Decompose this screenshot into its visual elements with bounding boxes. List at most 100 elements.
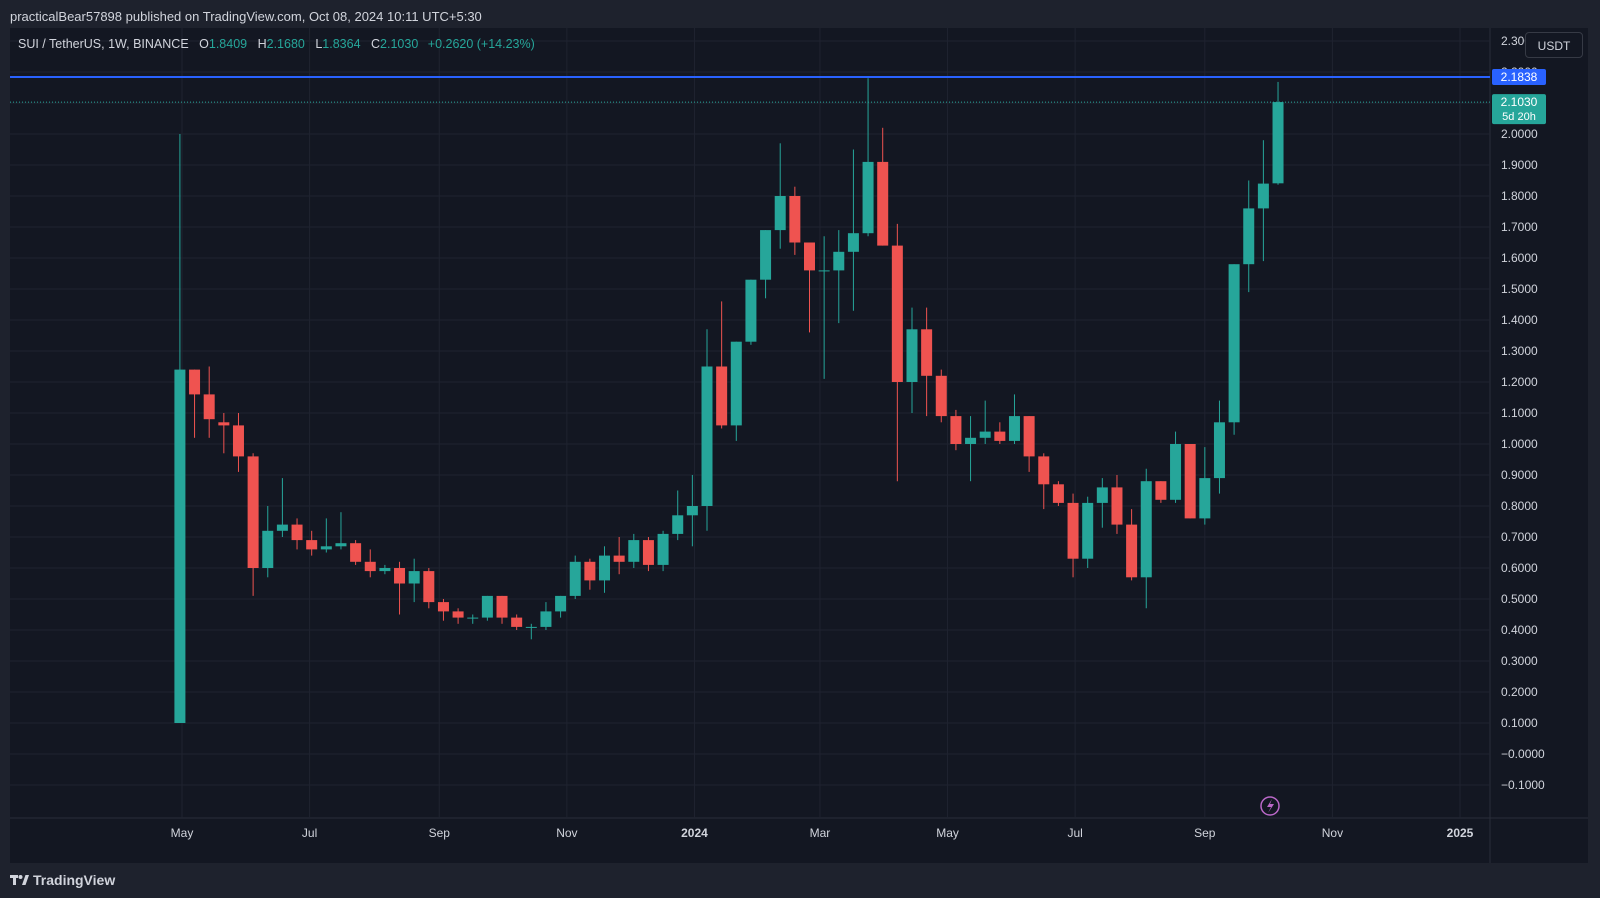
candle-body	[232, 425, 244, 457]
hline-price-text: 2.1838	[1501, 70, 1538, 84]
candle-body	[496, 595, 508, 618]
candle-body	[1228, 264, 1240, 423]
price-tick-label: 0.5000	[1501, 592, 1538, 606]
candle	[1111, 475, 1123, 534]
candle	[1257, 140, 1269, 262]
candle	[203, 366, 215, 438]
time-tick-label: May	[936, 826, 959, 840]
candle-body	[540, 611, 552, 627]
candle-body	[774, 196, 786, 231]
candle-body	[613, 555, 625, 562]
candle	[408, 558, 420, 603]
candle	[803, 242, 815, 333]
chart-legend: SUI / TetherUS, 1W, BINANCE O1.8409 H2.1…	[18, 37, 535, 51]
candle-body	[760, 230, 772, 280]
candle	[906, 307, 918, 413]
candle	[789, 186, 801, 255]
candle	[628, 533, 640, 568]
candle-body	[1243, 208, 1255, 265]
candle-body	[833, 251, 845, 271]
candle-body	[1008, 416, 1020, 441]
candle	[423, 568, 435, 609]
candle-body	[379, 568, 391, 572]
currency-button[interactable]: USDT	[1525, 32, 1583, 58]
candle-body	[935, 375, 947, 417]
chart-pane[interactable]: 2.30002.20002.10002.00001.90001.80001.70…	[10, 28, 1588, 863]
candle-body	[423, 571, 435, 603]
candle-body	[1111, 487, 1123, 525]
price-tick-label: 0.9000	[1501, 468, 1538, 482]
price-tick-label: 0.2000	[1501, 685, 1538, 699]
price-tick-label: 0.7000	[1501, 530, 1538, 544]
candle-body	[1052, 484, 1064, 503]
candle	[1272, 81, 1284, 185]
price-tick-label: 0.3000	[1501, 654, 1538, 668]
candle	[1213, 400, 1225, 494]
candle	[1008, 394, 1020, 444]
candle-body	[511, 617, 523, 627]
candle-body	[1155, 481, 1167, 500]
candle-body	[1038, 456, 1050, 485]
candle-body	[306, 540, 318, 550]
candle-body	[467, 617, 479, 619]
candle-body	[965, 437, 977, 444]
candle	[1126, 509, 1138, 581]
open-value: 1.8409	[208, 37, 248, 51]
candle	[701, 329, 713, 531]
candle	[306, 530, 318, 556]
candle-body	[452, 611, 464, 618]
tradingview-logo-icon[interactable]	[10, 872, 30, 890]
candle-body	[672, 515, 684, 534]
candle	[833, 230, 845, 324]
open-label: O	[199, 37, 209, 51]
candlestick-chart[interactable]: 2.30002.20002.10002.00001.90001.80001.70…	[10, 28, 1588, 863]
last-price-text: 2.1030	[1501, 95, 1538, 109]
price-tick-label: 0.8000	[1501, 499, 1538, 513]
time-tick-label: 2025	[1447, 826, 1474, 840]
time-tick-label: Nov	[556, 826, 577, 840]
candle	[174, 134, 186, 723]
price-tick-label: 1.3000	[1501, 344, 1538, 358]
time-axis: May Jul Sep Nov 2024 Mar May Jul Sep Nov 2025	[171, 826, 1474, 840]
time-tick-label: Sep	[429, 826, 451, 840]
price-tick-label: 1.0000	[1501, 437, 1538, 451]
candle	[394, 561, 406, 615]
candle	[379, 564, 391, 575]
candle-body	[364, 561, 376, 572]
candle-body	[569, 561, 581, 596]
candle	[452, 608, 464, 624]
candle	[672, 490, 684, 541]
candle-body	[1126, 524, 1138, 578]
candle	[613, 537, 625, 575]
candle	[276, 478, 288, 537]
candle	[335, 512, 347, 550]
candle-body	[628, 540, 640, 562]
symbol-title[interactable]: SUI / TetherUS, 1W, BINANCE	[18, 37, 189, 51]
candle-body	[320, 546, 332, 550]
candle-body	[1272, 102, 1284, 184]
candle	[1170, 431, 1182, 503]
candle	[1184, 444, 1196, 519]
tradingview-brand-text[interactable]: TradingView	[33, 872, 115, 888]
price-tick-label: 1.1000	[1501, 406, 1538, 420]
price-tick-label: 0.4000	[1501, 623, 1538, 637]
candle	[1155, 481, 1167, 503]
candle	[232, 413, 244, 472]
candle-body	[1184, 444, 1196, 519]
candle-body	[847, 233, 859, 252]
high-value: 2.1680	[266, 37, 305, 51]
candle	[730, 341, 742, 441]
time-tick-label: Jul	[1067, 826, 1082, 840]
candle-body	[247, 456, 259, 568]
candle	[511, 614, 523, 630]
candle-body	[1170, 444, 1182, 500]
candle-body	[291, 524, 303, 541]
lightning-icon[interactable]	[1260, 796, 1280, 816]
candles-layer	[174, 78, 1284, 723]
candle-body	[716, 366, 728, 426]
candle	[218, 413, 230, 454]
candle-body	[657, 533, 669, 565]
candle	[584, 558, 596, 590]
time-tick-label: 2024	[681, 826, 708, 840]
candle	[1243, 180, 1255, 293]
